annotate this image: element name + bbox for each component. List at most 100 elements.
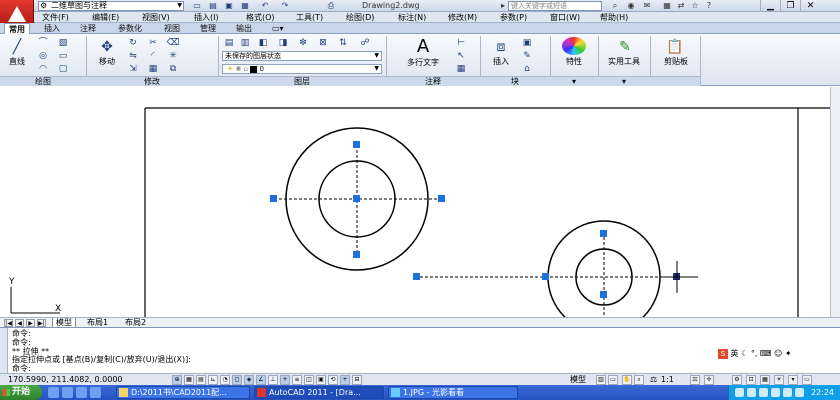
- command-window[interactable]: 命令: 命令: ** 拉伸 ** 指定拉伸点或 [基点(B)/复制(C)/放弃(…: [0, 327, 840, 374]
- tab-annotate[interactable]: 注释: [76, 23, 100, 34]
- circle-group-stretching[interactable]: [413, 220, 695, 334]
- panel-label-properties[interactable]: ▾: [550, 76, 598, 86]
- create-block-icon[interactable]: ▣: [520, 38, 534, 49]
- hardware-acceleration-icon[interactable]: ▦: [760, 375, 770, 385]
- menu-modify[interactable]: 修改(M): [448, 12, 477, 23]
- annotation-visibility-icon[interactable]: ⚖: [690, 375, 700, 385]
- rectangle-icon[interactable]: ▭: [56, 51, 70, 62]
- current-layer-select[interactable]: ☀ ✺ ⌂ 0 ▼: [222, 64, 382, 74]
- new-file-icon[interactable]: ▭: [192, 1, 202, 11]
- tray-ime-icon[interactable]: [771, 388, 780, 397]
- tab-layout2[interactable]: 布局2: [122, 318, 149, 327]
- panel-label-modify[interactable]: 修改: [86, 76, 218, 86]
- layer-isolate-icon[interactable]: ◨: [276, 38, 290, 49]
- edit-block-icon[interactable]: ✎: [520, 51, 534, 62]
- selection-cycling-icon[interactable]: ⟲: [328, 375, 338, 385]
- hatch-icon[interactable]: ▨: [56, 38, 70, 49]
- first-tab-icon[interactable]: |◀: [4, 319, 13, 327]
- exchange-icon[interactable]: ⇄: [676, 1, 686, 11]
- annotation-monitor-icon[interactable]: +: [340, 375, 350, 385]
- menu-draw[interactable]: 绘图(D): [346, 12, 374, 23]
- circle-tool-icon[interactable]: ◎: [36, 51, 50, 62]
- vertical-scrollbar[interactable]: [830, 87, 840, 317]
- quicklaunch-folder-icon[interactable]: [90, 387, 101, 398]
- menu-window[interactable]: 窗口(W): [550, 12, 580, 23]
- array-icon[interactable]: ▦: [146, 64, 160, 75]
- tab-home[interactable]: 常用: [4, 23, 30, 34]
- start-button[interactable]: 开始: [0, 385, 42, 400]
- tray-security-icon[interactable]: [759, 388, 768, 397]
- undo-icon[interactable]: ↶: [260, 1, 270, 11]
- polyline-icon[interactable]: ⌒: [36, 38, 50, 49]
- attribute-icon[interactable]: ⌂: [520, 64, 534, 75]
- redo-icon[interactable]: ↷: [280, 1, 290, 11]
- menu-dimension[interactable]: 标注(N): [398, 12, 426, 23]
- ime-toolbar[interactable]: S 英 ☾ °, ⌨ ☺ ✦: [718, 348, 836, 360]
- search-icon[interactable]: ⌕: [610, 1, 620, 11]
- quick-view-layouts-icon[interactable]: ▥: [596, 375, 606, 385]
- tray-app-icon[interactable]: [795, 388, 804, 397]
- grip-handle[interactable]: [542, 273, 549, 280]
- move-icon[interactable]: ✥: [96, 38, 118, 56]
- prev-tab-icon[interactable]: ◀: [15, 319, 24, 327]
- utilities-button-label[interactable]: 实用工具: [600, 56, 648, 67]
- menu-parametric[interactable]: 参数(P): [500, 12, 527, 23]
- object-snap-tracking-icon[interactable]: ∠: [256, 375, 266, 385]
- insert-button-label[interactable]: 插入: [484, 56, 518, 67]
- mtext-button-label[interactable]: 多行文字: [398, 57, 448, 68]
- snap-mode-icon[interactable]: ▦: [184, 375, 194, 385]
- tab-insert[interactable]: 插入: [40, 23, 64, 34]
- taskbar-item-image-viewer[interactable]: 1.JPG - 光影看看: [388, 386, 518, 399]
- grid-display-icon[interactable]: ▤: [196, 375, 206, 385]
- save-icon[interactable]: ▣: [224, 1, 234, 11]
- zoom-icon[interactable]: ⌕: [634, 375, 644, 385]
- utilities-icon[interactable]: ✎: [614, 38, 636, 56]
- linear-dimension-icon[interactable]: ⊢: [454, 38, 468, 49]
- move-button-label[interactable]: 移动: [92, 56, 122, 67]
- quicklaunch-media-icon[interactable]: [62, 387, 73, 398]
- layer-icon[interactable]: ▥: [238, 38, 252, 49]
- auto-scale-icon[interactable]: ✢: [704, 375, 714, 385]
- search-input[interactable]: 键入关键字或短语: [508, 1, 602, 11]
- quicklaunch-ie-icon[interactable]: [48, 387, 59, 398]
- mtext-icon[interactable]: A: [412, 37, 434, 57]
- rotate-icon[interactable]: ↻: [126, 38, 140, 49]
- clock[interactable]: 22:24: [811, 385, 834, 400]
- play-icon[interactable]: ▸: [498, 1, 508, 11]
- quick-view-drawings-icon[interactable]: ▭: [608, 375, 618, 385]
- command-input[interactable]: 命令:: [12, 364, 31, 373]
- properties-button-label[interactable]: 特性: [554, 56, 594, 67]
- last-tab-icon[interactable]: ▶|: [37, 319, 46, 327]
- clipboard-icon[interactable]: 📋: [664, 38, 686, 56]
- command-window-grip[interactable]: [0, 328, 8, 374]
- explode-icon[interactable]: ✳: [166, 51, 180, 62]
- dynamic-input-icon[interactable]: +: [280, 375, 290, 385]
- tray-update-icon[interactable]: [783, 388, 792, 397]
- layer-properties-icon[interactable]: ▤: [222, 38, 236, 49]
- ortho-mode-icon[interactable]: ⊾: [208, 375, 218, 385]
- offset-icon[interactable]: ⧉: [166, 64, 180, 75]
- quick-properties-icon[interactable]: ▣: [316, 375, 326, 385]
- insert-block-icon[interactable]: ⧈: [490, 38, 512, 56]
- stretch-icon[interactable]: ⇲: [126, 64, 140, 75]
- erase-icon[interactable]: ⌫: [166, 38, 180, 49]
- help-icon[interactable]: ?: [704, 1, 714, 11]
- drawing-svg[interactable]: Y X: [0, 87, 830, 334]
- restore-button[interactable]: ❐: [780, 0, 800, 12]
- menu-edit[interactable]: 编辑(E): [92, 12, 119, 23]
- panel-label-annotation[interactable]: 注释: [386, 76, 480, 86]
- tab-output[interactable]: 输出: [232, 23, 256, 34]
- ime-language-label[interactable]: 英: [731, 349, 739, 358]
- status-bar-menu-icon[interactable]: ▾: [788, 375, 798, 385]
- grip-handle[interactable]: [270, 195, 277, 202]
- polar-tracking-icon[interactable]: ◔: [220, 375, 230, 385]
- clipboard-button-label[interactable]: 剪贴板: [654, 56, 698, 67]
- panel-label-utilities[interactable]: ▾: [598, 76, 650, 86]
- print-icon[interactable]: ⎙: [326, 1, 336, 11]
- user-icon[interactable]: ☺: [774, 349, 782, 358]
- quicklaunch-desktop-icon[interactable]: [76, 387, 87, 398]
- mirror-icon[interactable]: ⇋: [126, 51, 140, 62]
- 3d-object-snap-icon[interactable]: ◈: [244, 375, 254, 385]
- grip-handle[interactable]: [600, 230, 607, 237]
- line-button-label[interactable]: 直线: [2, 56, 32, 67]
